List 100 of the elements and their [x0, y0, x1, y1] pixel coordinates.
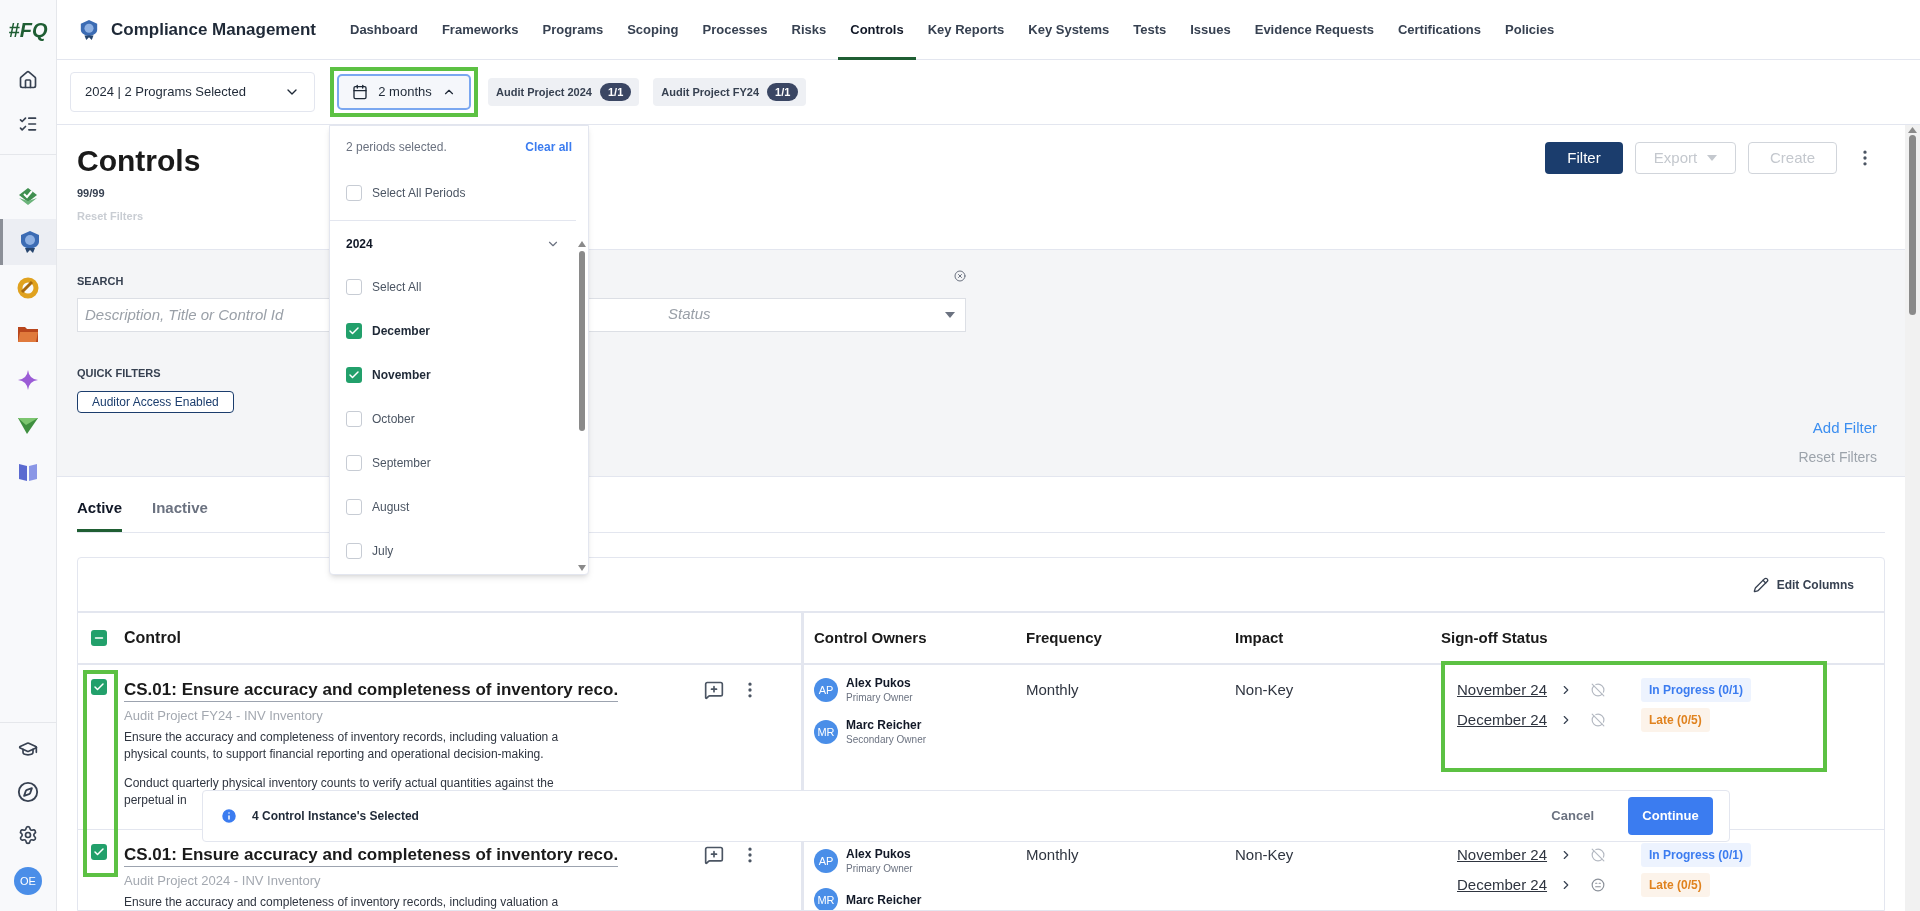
clear-all-link[interactable]: Clear all	[525, 138, 572, 156]
calendar-icon	[352, 84, 369, 100]
caret-down-icon	[945, 311, 955, 318]
period-button[interactable]: 2 months	[337, 74, 471, 110]
nav-tab[interactable]: Controls	[838, 0, 916, 60]
settings-icon[interactable]	[18, 825, 38, 845]
nav-tab[interactable]: Key Reports	[915, 0, 1017, 60]
quick-filter-chip[interactable]: Auditor Access Enabled	[77, 391, 234, 413]
check-icon	[93, 846, 105, 858]
checkbox[interactable]	[346, 499, 362, 515]
check-icon	[93, 681, 105, 693]
checkbox[interactable]	[346, 543, 362, 559]
row-checkbox[interactable]	[91, 679, 107, 695]
checkbox[interactable]	[346, 323, 362, 339]
status-badge: In Progress (0/1)	[1641, 678, 1752, 702]
clear-icon[interactable]	[954, 270, 966, 282]
checkbox[interactable]	[346, 185, 362, 201]
scroll-down-icon[interactable]	[578, 565, 586, 571]
scroll-thumb[interactable]	[579, 251, 585, 431]
app-item[interactable]	[0, 219, 56, 265]
owner-name: Alex Pukos	[846, 846, 912, 862]
option-label[interactable]: Select All	[372, 278, 422, 296]
option-label[interactable]: August	[372, 498, 410, 516]
tab[interactable]: Inactive	[152, 496, 208, 532]
chip-label: Audit Project FY24	[661, 84, 760, 100]
count-pill: 1/1	[600, 82, 632, 102]
scroll-up-icon[interactable]	[1908, 127, 1917, 133]
nav-tab[interactable]: Scoping	[615, 0, 691, 60]
scroll-thumb[interactable]	[1909, 135, 1916, 315]
continue-button[interactable]: Continue	[1628, 797, 1713, 835]
column-header: Control Owners	[814, 629, 927, 646]
status-badge: In Progress (0/1)	[1641, 843, 1752, 867]
nav-tab[interactable]: Frameworks	[429, 0, 531, 60]
selection-message: 4 Control Instance's Selected	[252, 808, 419, 825]
check-icon	[348, 369, 360, 381]
row-checkbox[interactable]	[91, 844, 107, 860]
sparkle-icon[interactable]	[17, 369, 39, 391]
program-select[interactable]: 2024 | 2 Programs Selected	[70, 72, 315, 112]
control-subtitle: Audit Project 2024 - INV Inventory	[124, 872, 321, 890]
cancel-button[interactable]: Cancel	[1551, 806, 1594, 826]
nav-tab[interactable]: Tests	[1121, 0, 1179, 60]
ring-icon[interactable]	[17, 277, 39, 299]
graduation-cap-icon[interactable]	[18, 739, 38, 759]
owner-avatar: AP	[814, 678, 838, 702]
year-label[interactable]: 2024	[346, 235, 373, 253]
option-label[interactable]: September	[372, 454, 431, 472]
task-list-icon[interactable]	[18, 114, 38, 134]
app-title: Compliance Management	[111, 18, 316, 41]
nav-tab[interactable]: Evidence Requests	[1242, 0, 1386, 60]
description-line: Ensure the accuracy and completeness of inventory records, including valuation a	[124, 893, 559, 910]
select-all-checkbox[interactable]	[91, 630, 107, 646]
add-comment-icon[interactable]	[704, 680, 724, 700]
nav-tab[interactable]: Processes	[690, 0, 780, 60]
scroll-up-icon[interactable]	[578, 241, 586, 247]
add-comment-icon[interactable]	[704, 845, 724, 865]
layers-check-icon[interactable]	[17, 185, 39, 207]
record-count: 99/99	[77, 186, 106, 201]
control-title[interactable]: CS.01: Ensure accuracy and completeness of inventory reco.	[124, 844, 619, 867]
selection-summary: 2 periods selected.	[346, 139, 447, 156]
checkbox[interactable]	[346, 279, 362, 295]
column-header: Impact	[1235, 629, 1284, 646]
nav-tab[interactable]: Issues	[1178, 0, 1243, 60]
face-icon	[1591, 878, 1605, 892]
nav-tab[interactable]: Programs	[530, 0, 616, 60]
owner-role: Primary Owner	[846, 691, 913, 705]
option-label[interactable]: Select All Periods	[372, 184, 466, 202]
owner-avatar: MR	[814, 888, 838, 910]
badge-icon[interactable]	[18, 230, 41, 254]
program-chip[interactable]: Audit Project 2024 1/1	[488, 78, 640, 106]
filter-button[interactable]: Filter	[1545, 142, 1623, 174]
folder-icon[interactable]	[17, 324, 39, 344]
paper-plane-icon[interactable]	[17, 416, 39, 436]
nav-tab[interactable]: Dashboard	[338, 0, 430, 60]
control-title[interactable]: CS.01: Ensure accuracy and completeness of inventory reco.	[124, 679, 619, 702]
nav-tab[interactable]: Policies	[1493, 0, 1567, 60]
period-link[interactable]: December 24	[1457, 873, 1547, 897]
checkbox[interactable]	[346, 411, 362, 427]
owner-avatar: AP	[814, 849, 838, 873]
frequency-text: Monthly	[1026, 681, 1079, 698]
status-badge: Late (0/5)	[1641, 873, 1710, 897]
nav-tab[interactable]: Key Systems	[1016, 0, 1122, 60]
checkbox[interactable]	[346, 455, 362, 471]
edit-columns-button[interactable]: Edit Columns	[1752, 575, 1854, 594]
nav-tab[interactable]: Certifications	[1385, 0, 1493, 60]
period-link[interactable]: December 24	[1457, 708, 1547, 732]
caret-down-icon	[1707, 155, 1718, 161]
home-icon[interactable]	[18, 70, 38, 90]
control-subtitle: Audit Project FY24 - INV Inventory	[124, 707, 323, 725]
period-link[interactable]: November 24	[1457, 678, 1547, 702]
option-label[interactable]: October	[372, 410, 415, 428]
option-label[interactable]: November	[372, 366, 431, 384]
compass-icon[interactable]	[17, 781, 39, 803]
program-chip[interactable]: Audit Project FY24 1/1	[653, 78, 807, 106]
period-link[interactable]: November 24	[1457, 843, 1547, 867]
nav-tab[interactable]: Risks	[779, 0, 839, 60]
option-label[interactable]: July	[372, 542, 394, 560]
tab[interactable]: Active	[77, 496, 123, 532]
checkbox[interactable]	[346, 367, 362, 383]
book-icon[interactable]	[17, 461, 39, 483]
logo[interactable]: #FQ	[8, 15, 48, 45]
